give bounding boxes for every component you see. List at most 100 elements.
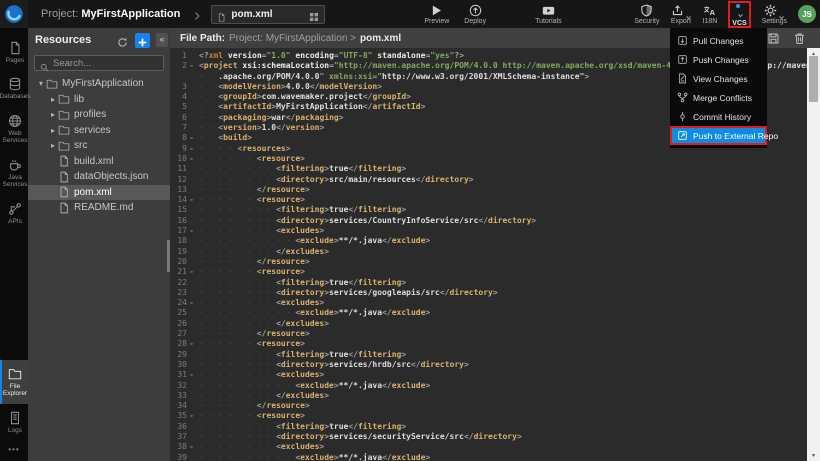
user-avatar[interactable]: JS xyxy=(798,5,816,23)
fold-marker[interactable]: - xyxy=(187,267,196,277)
line-number xyxy=(170,72,187,82)
tree-item-lib[interactable]: ▸lib xyxy=(28,92,170,108)
line-number: 6 xyxy=(170,113,187,123)
settings-button[interactable]: Settings xyxy=(762,4,787,25)
vcs-menu-item-merge-conflicts[interactable]: Merge Conflicts xyxy=(670,88,767,107)
fold-spacer xyxy=(187,422,196,432)
fold-marker[interactable]: - xyxy=(187,61,196,71)
export-button[interactable]: Export xyxy=(671,4,692,25)
tree-item-dataobjects-json[interactable]: dataObjects.json xyxy=(28,169,170,185)
code-line: 16· · · · · · · · <directory>services/Co… xyxy=(170,216,807,226)
fold-spacer xyxy=(187,92,196,102)
chevron-down-icon xyxy=(685,8,692,15)
code-line: 39· · · · · · · · · · <exclude>**/*.java… xyxy=(170,453,807,461)
preview-button[interactable]: Preview xyxy=(424,4,449,25)
line-number: 4 xyxy=(170,92,187,102)
fold-spacer xyxy=(187,236,196,246)
topbar: Project: MyFirstApplication pom.xml Prev… xyxy=(0,0,820,28)
editor-scrollbar[interactable]: ▲ ▼ xyxy=(807,48,820,461)
sidebar-item-java-services[interactable]: Java Services xyxy=(0,151,28,195)
tree-item-pom-xml[interactable]: pom.xml xyxy=(28,185,170,201)
search-input[interactable] xyxy=(53,58,158,69)
logs-icon xyxy=(8,411,22,425)
sidebar-item-databases[interactable]: Databases xyxy=(0,70,28,106)
sidebar-item-apis[interactable]: APIs xyxy=(0,195,28,231)
vcs-button[interactable]: VCS xyxy=(728,1,750,28)
fold-spacer xyxy=(187,51,196,61)
tree-item-build-xml[interactable]: build.xml xyxy=(28,154,170,170)
fold-marker[interactable]: - xyxy=(187,339,196,349)
vcs-menu-item-view-changes[interactable]: View Changes xyxy=(670,69,767,88)
fold-marker[interactable]: - xyxy=(187,226,196,236)
app-logo[interactable] xyxy=(0,0,28,28)
code-line: 35-· · · · · · <resource> xyxy=(170,411,807,421)
grid-icon[interactable] xyxy=(309,9,319,19)
box-up-icon xyxy=(677,54,688,65)
fold-marker[interactable]: - xyxy=(187,442,196,452)
line-number: 23 xyxy=(170,288,187,298)
line-number: 32 xyxy=(170,381,187,391)
tree-item-profiles[interactable]: ▸profiles xyxy=(28,107,170,123)
code-line: 20· · · · · · </resource> xyxy=(170,257,807,267)
tree-item-myfirstapplication[interactable]: ▾MyFirstApplication xyxy=(28,76,170,92)
fold-marker[interactable]: - xyxy=(187,298,196,308)
file-icon xyxy=(58,155,70,167)
scroll-down-arrow[interactable]: ▼ xyxy=(807,450,820,461)
resources-search[interactable] xyxy=(34,55,164,71)
tree-scrollbar-thumb[interactable] xyxy=(167,240,170,272)
folder-icon xyxy=(46,78,58,90)
line-number: 16 xyxy=(170,216,187,226)
fold-marker[interactable]: - xyxy=(187,154,196,164)
fold-marker[interactable]: - xyxy=(187,411,196,421)
code-line: 19· · · · · · · · </excludes> xyxy=(170,247,807,257)
fold-spacer xyxy=(187,257,196,267)
line-number: 12 xyxy=(170,175,187,185)
resources-panel: Resources « ▾MyFirstApplication▸lib▸prof… xyxy=(28,28,170,461)
export-icon xyxy=(671,4,684,17)
save-icon[interactable] xyxy=(767,32,780,45)
security-button[interactable]: Security xyxy=(634,4,659,25)
vcs-menu-item-push-changes[interactable]: Push Changes xyxy=(670,50,767,69)
tab-pom-xml[interactable]: pom.xml xyxy=(211,5,325,24)
i18n-button[interactable]: A I18N xyxy=(703,4,718,25)
code-line: 31-· · · · · · · · <excludes> xyxy=(170,370,807,380)
vcs-menu-item-pull-changes[interactable]: Pull Changes xyxy=(670,31,767,50)
tutorials-button[interactable]: Tutorials xyxy=(535,4,562,25)
fold-spacer xyxy=(187,278,196,288)
fold-spacer xyxy=(187,329,196,339)
fold-marker[interactable]: - xyxy=(187,195,196,205)
vcs-menu-item-push-to-external-repo[interactable]: Push to External Repo xyxy=(670,126,767,145)
tree-item-services[interactable]: ▸services xyxy=(28,123,170,139)
fold-spacer xyxy=(187,164,196,174)
pages-icon xyxy=(8,41,22,55)
tree-item-readme-md[interactable]: README.md xyxy=(28,200,170,216)
tab-label: pom.xml xyxy=(231,9,304,20)
line-number: 9 xyxy=(170,144,187,154)
project-name: MyFirstApplication xyxy=(81,8,180,20)
box-external-icon xyxy=(677,130,688,141)
fold-spacer xyxy=(187,72,196,82)
trash-icon[interactable] xyxy=(793,32,806,45)
fold-spacer xyxy=(187,175,196,185)
tree-item-src[interactable]: ▸src xyxy=(28,138,170,154)
fold-spacer xyxy=(187,123,196,133)
collapse-panel-button[interactable]: « xyxy=(156,33,168,47)
code-line: 24-· · · · · · · · <excludes> xyxy=(170,298,807,308)
vcs-menu-item-commit-history[interactable]: Commit History xyxy=(670,107,767,126)
sidebar-item-logs[interactable]: Logs xyxy=(0,404,28,440)
resources-title: Resources xyxy=(35,34,110,46)
add-file-button[interactable] xyxy=(135,33,150,48)
nav-overflow-button[interactable]: ••• xyxy=(0,440,28,461)
fold-marker[interactable]: - xyxy=(187,133,196,143)
refresh-icon[interactable] xyxy=(117,35,128,46)
line-number: 2 xyxy=(170,61,187,71)
fold-marker[interactable]: - xyxy=(187,144,196,154)
sidebar-item-pages[interactable]: Pages xyxy=(0,34,28,70)
sidebar-item-web-services[interactable]: Web Services xyxy=(0,107,28,151)
sidebar-item-file-explorer[interactable]: File Explorer xyxy=(0,360,28,404)
deploy-button[interactable]: Deploy xyxy=(464,4,486,25)
tree-item-label: services xyxy=(74,125,111,136)
scrollbar-thumb[interactable] xyxy=(809,56,818,102)
code-line: 28-· · · · · · <resource> xyxy=(170,339,807,349)
fold-marker[interactable]: - xyxy=(187,370,196,380)
